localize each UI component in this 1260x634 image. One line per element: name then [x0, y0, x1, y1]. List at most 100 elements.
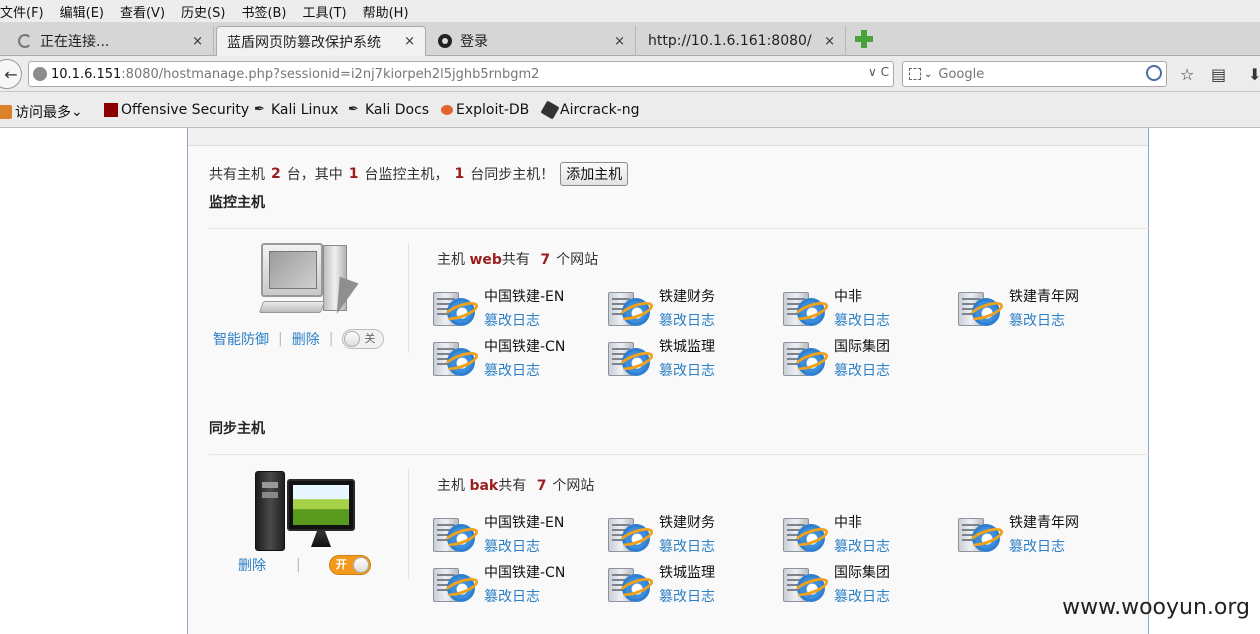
- site-item: 国际集团 篡改日志: [783, 336, 953, 380]
- bookmark-kali-linux[interactable]: ✒ Kali Linux: [254, 102, 338, 118]
- menu-view[interactable]: 查看(V): [120, 2, 165, 21]
- site-count: 7: [540, 252, 551, 268]
- server-ie-icon[interactable]: [783, 518, 831, 554]
- close-icon[interactable]: ×: [614, 34, 625, 49]
- monitor-host-block: 智能防御 | 删除 | 关 主机 web共有 7 个网站 中国铁建-EN 篡改日…: [209, 229, 1149, 379]
- folder-icon: [0, 105, 12, 119]
- site-name: 国际集团: [834, 339, 890, 355]
- tamper-log-link[interactable]: 篡改日志: [834, 586, 890, 606]
- tamper-log-link[interactable]: 篡改日志: [659, 310, 715, 330]
- server-ie-icon[interactable]: [608, 518, 656, 554]
- search-engine-icon[interactable]: [909, 68, 921, 80]
- offsec-icon: [104, 103, 118, 117]
- bookmark-kali-docs[interactable]: ✒ Kali Docs: [348, 102, 429, 118]
- bookmark-offensive-security[interactable]: Offensive Security: [104, 102, 249, 118]
- sync-toggle-switch[interactable]: 开: [328, 555, 371, 575]
- site-name: 中国铁建-CN: [484, 565, 566, 581]
- close-icon[interactable]: ×: [824, 34, 835, 49]
- sync-site-list: 主机 bak共有 7 个网站 中国铁建-EN 篡改日志 铁建财务 篡改日志 中非 篡改日志铁…: [433, 455, 1149, 605]
- download-arrow-icon[interactable]: ⬇: [1248, 65, 1260, 84]
- toggle-knob: [352, 557, 369, 573]
- navigation-bar: ← 10.1.6.151 :8080/hostmanage.php?sessio…: [0, 56, 1260, 92]
- tamper-log-link[interactable]: 篡改日志: [834, 536, 890, 556]
- bookmark-label: 访问最多: [15, 105, 71, 121]
- url-bar[interactable]: 10.1.6.151 :8080/hostmanage.php?sessioni…: [28, 61, 894, 87]
- menu-bookmarks[interactable]: 书签(B): [241, 2, 286, 21]
- close-icon[interactable]: ×: [192, 34, 203, 49]
- menu-help[interactable]: 帮助(H): [363, 2, 409, 21]
- url-dropdown-reload-icons[interactable]: ∨ C: [868, 65, 889, 79]
- site-item: 铁城监理 篡改日志: [608, 336, 778, 380]
- menu-history[interactable]: 历史(S): [181, 2, 225, 21]
- tamper-log-link[interactable]: 篡改日志: [484, 360, 540, 380]
- bookmark-star-icon[interactable]: ☆: [1180, 65, 1194, 84]
- vertical-divider: [408, 469, 409, 579]
- add-host-button[interactable]: 添加主机: [560, 162, 629, 186]
- smart-defense-link[interactable]: 智能防御: [213, 329, 269, 349]
- tab-landun[interactable]: 蓝盾网页防篡改保护系统 ×: [216, 26, 426, 56]
- menu-file[interactable]: 文件(F): [0, 2, 44, 21]
- menu-edit[interactable]: 编辑(E): [60, 2, 104, 21]
- site-name: 铁城监理: [659, 565, 715, 581]
- tamper-log-link[interactable]: 篡改日志: [834, 310, 890, 330]
- server-ie-icon[interactable]: [433, 342, 481, 378]
- tamper-log-link[interactable]: 篡改日志: [1009, 536, 1065, 556]
- search-input[interactable]: [938, 66, 1139, 82]
- back-button[interactable]: ←: [0, 59, 22, 89]
- new-tab-plus-icon[interactable]: [855, 30, 873, 48]
- server-ie-icon[interactable]: [783, 292, 831, 328]
- monitor-toggle-switch[interactable]: 关: [342, 329, 385, 349]
- bookmark-label: Kali Docs: [365, 102, 430, 118]
- tamper-log-link[interactable]: 篡改日志: [834, 360, 890, 380]
- close-icon[interactable]: ×: [404, 34, 415, 49]
- tab-connecting[interactable]: 正在连接... ×: [8, 26, 214, 56]
- bookmark-most-visited[interactable]: 访问最多 ⌄: [0, 102, 83, 122]
- tamper-log-link[interactable]: 篡改日志: [484, 536, 540, 556]
- tamper-log-link[interactable]: 篡改日志: [659, 586, 715, 606]
- search-bar[interactable]: ⌄: [902, 61, 1167, 87]
- vertical-divider: [408, 243, 409, 353]
- tamper-log-link[interactable]: 篡改日志: [484, 310, 540, 330]
- server-ie-icon[interactable]: [433, 568, 481, 604]
- site-name: 铁建青年网: [1009, 515, 1079, 531]
- site-item: 铁建财务 篡改日志: [608, 286, 778, 330]
- tamper-log-link[interactable]: 篡改日志: [484, 586, 540, 606]
- tamper-log-link[interactable]: 篡改日志: [659, 360, 715, 380]
- bookmark-aircrack-ng[interactable]: Aircrack-ng: [540, 100, 640, 120]
- server-ie-icon[interactable]: [783, 568, 831, 604]
- server-ie-icon[interactable]: [608, 568, 656, 604]
- server-ie-icon[interactable]: [433, 518, 481, 554]
- host-mid: 共有: [501, 252, 530, 268]
- delete-sync-host-link[interactable]: 删除: [238, 555, 266, 575]
- server-ie-icon[interactable]: [433, 292, 481, 328]
- watermark: www.wooyun.org: [1062, 595, 1250, 620]
- server-ie-icon[interactable]: [958, 518, 1006, 554]
- chevron-down-icon[interactable]: ⌄: [924, 69, 932, 80]
- summary-mid2: 台监控主机，: [364, 167, 449, 183]
- tamper-log-link[interactable]: 篡改日志: [1009, 310, 1065, 330]
- summary-suffix: 台同步主机！: [470, 167, 555, 183]
- bookmark-exploit-db[interactable]: Exploit-DB: [441, 102, 529, 118]
- search-icon[interactable]: [1146, 65, 1162, 81]
- server-ie-icon[interactable]: [608, 342, 656, 378]
- monitor-host-count: 1: [348, 166, 359, 182]
- menu-tools[interactable]: 工具(T): [303, 2, 347, 21]
- url-path: :8080/hostmanage.php?sessionid=i2nj7kior…: [121, 66, 540, 82]
- reading-list-icon[interactable]: ▤: [1211, 65, 1226, 84]
- tamper-log-link[interactable]: 篡改日志: [659, 536, 715, 556]
- monitor-section-title: 监控主机: [209, 195, 265, 211]
- aircrack-icon: [540, 100, 560, 120]
- monitor-site-list: 主机 web共有 7 个网站 中国铁建-EN 篡改日志 铁建财务 篡改日志 中非 篡改日志铁…: [433, 229, 1149, 379]
- server-ie-icon[interactable]: [958, 292, 1006, 328]
- server-ie-icon[interactable]: [608, 292, 656, 328]
- tab-title: 正在连接...: [40, 34, 110, 50]
- site-item: 中国铁建-CN 篡改日志: [433, 562, 603, 606]
- server-ie-icon[interactable]: [783, 342, 831, 378]
- tab-login[interactable]: 登录 ×: [428, 26, 636, 56]
- tab-bar: 正在连接... × 蓝盾网页防篡改保护系统 × 登录 × http://10.1…: [0, 22, 1260, 56]
- host-prefix: 主机: [437, 478, 465, 494]
- site-item: 铁建财务 篡改日志: [608, 512, 778, 556]
- delete-monitor-host-link[interactable]: 删除: [292, 329, 320, 349]
- tab-url[interactable]: http://10.1.6.161:8080/ ×: [638, 26, 846, 56]
- tab-title: 蓝盾网页防篡改保护系统: [227, 34, 381, 51]
